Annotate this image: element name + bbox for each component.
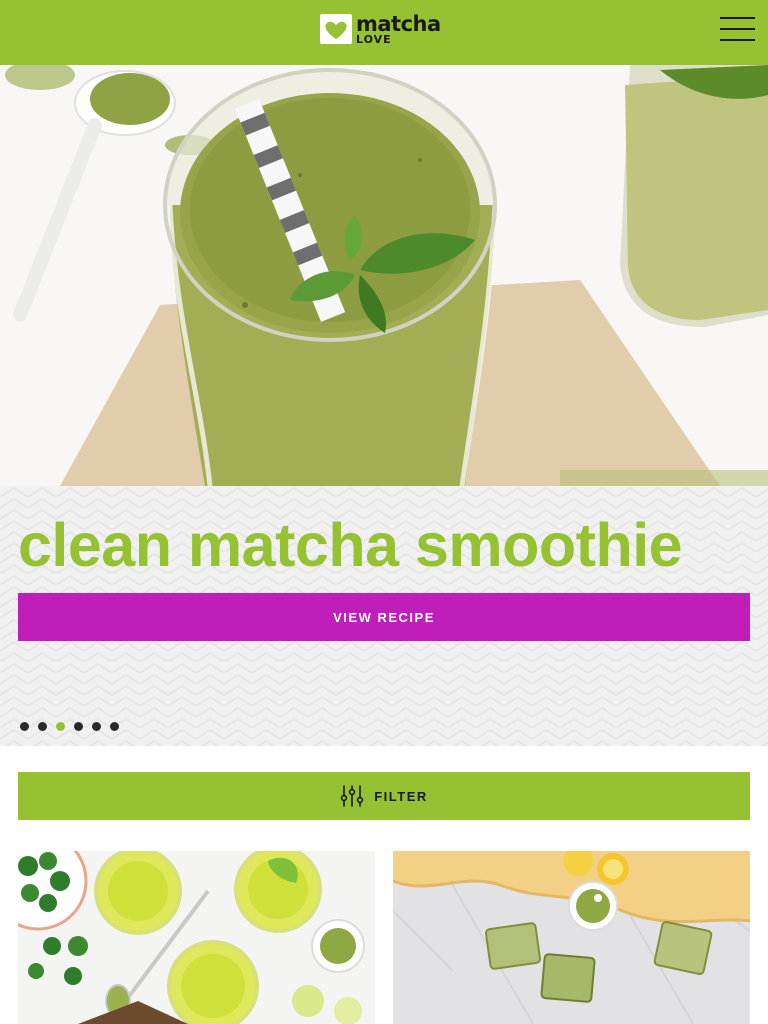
carousel-dot-2[interactable] xyxy=(38,722,47,731)
heart-logo-icon xyxy=(320,14,352,44)
hero-smoothie-image[interactable] xyxy=(0,65,768,486)
recipe-card-2[interactable] xyxy=(393,851,750,1024)
carousel-dot-1[interactable] xyxy=(20,722,29,731)
hamburger-menu-icon[interactable] xyxy=(716,14,756,46)
hero-slide-panel: clean matcha smoothie VIEW RECIPE xyxy=(0,486,768,746)
carousel-dot-6[interactable] xyxy=(110,722,119,731)
carousel-pagination xyxy=(20,722,128,731)
carousel-dot-5[interactable] xyxy=(92,722,101,731)
hero-slide-title: clean matcha smoothie xyxy=(18,511,683,579)
view-recipe-button[interactable]: VIEW RECIPE xyxy=(18,593,750,641)
filter-label: FILTER xyxy=(374,788,428,804)
recipe-card-2-image xyxy=(393,851,750,1024)
carousel-dot-3[interactable] xyxy=(56,722,65,731)
carousel-dot-4[interactable] xyxy=(74,722,83,731)
sliders-icon xyxy=(341,785,364,807)
site-header: matcha LOVE xyxy=(0,0,768,65)
recipe-card-1-image xyxy=(18,851,375,1024)
logo-wordmark-matcha: matcha xyxy=(356,11,441,36)
matcha-love-logo[interactable]: matcha LOVE xyxy=(320,13,441,45)
filter-button[interactable]: FILTER xyxy=(18,772,750,820)
recipe-card-1[interactable] xyxy=(18,851,375,1024)
